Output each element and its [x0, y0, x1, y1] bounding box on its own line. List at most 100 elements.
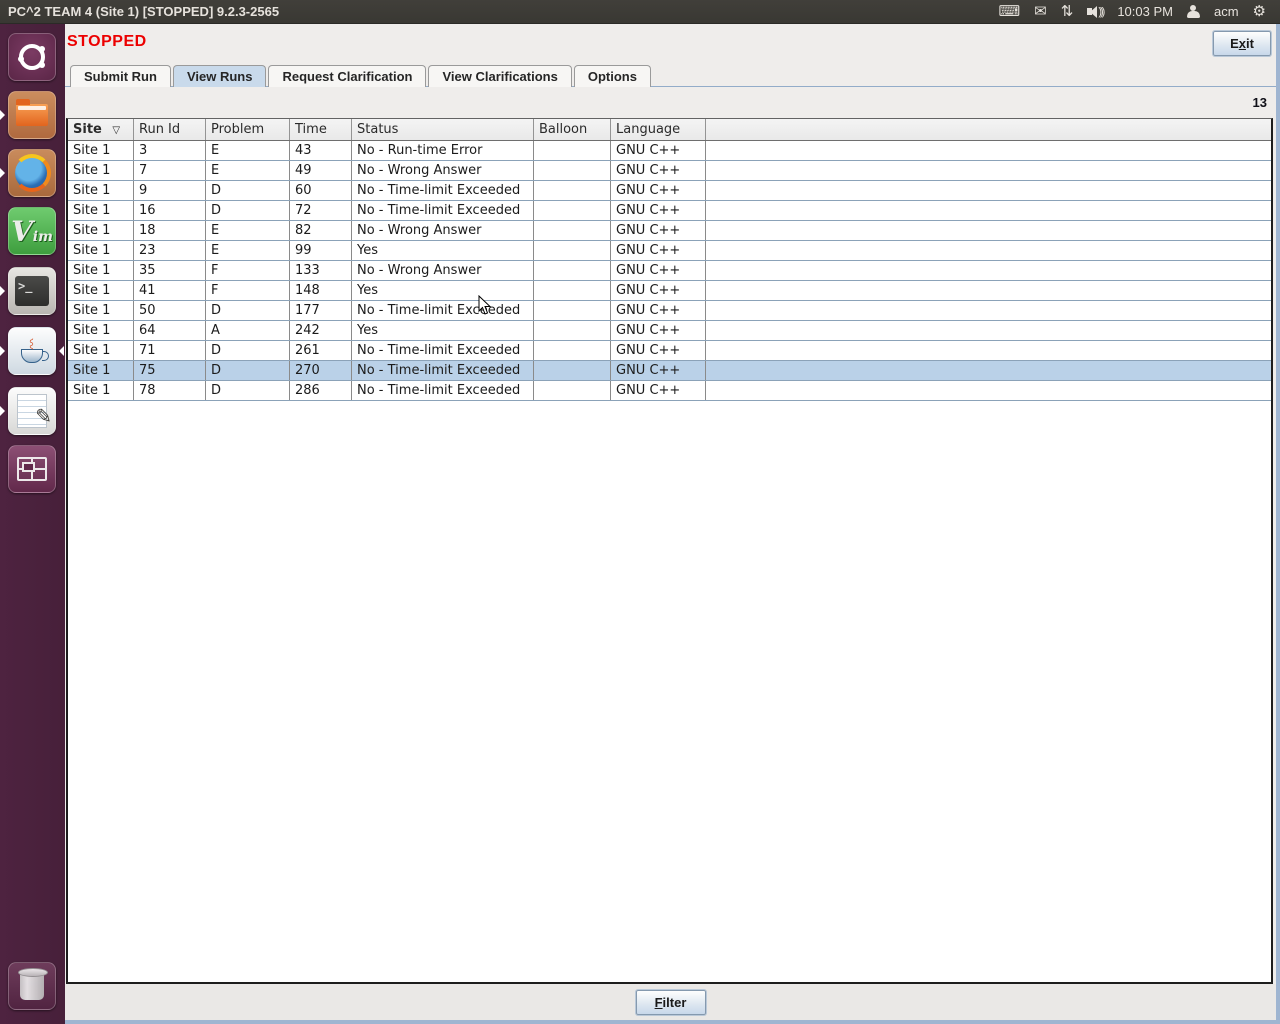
column-header-time[interactable]: Time: [290, 119, 352, 140]
cell-spare: [706, 261, 1271, 280]
column-header-language[interactable]: Language: [611, 119, 706, 140]
cell-problem: E: [206, 141, 290, 160]
user-icon: [1186, 5, 1200, 18]
cell-spare: [706, 141, 1271, 160]
unity-launcher: Vim >_ ✎: [0, 24, 65, 1024]
filter-button[interactable]: Filter: [634, 988, 707, 1016]
vim-icon: Vim: [8, 207, 56, 255]
java-icon: [8, 327, 56, 375]
launcher-item-dash-home[interactable]: [8, 33, 56, 81]
table-row-run-78[interactable]: Site 1 78 D 286 No - Time-limit Exceeded GNU …: [68, 381, 1271, 401]
session-gear-icon[interactable]: ⚙: [1253, 4, 1266, 19]
table-row-run-3[interactable]: Site 1 3 E 43 No - Run-time Error GNU C++: [68, 141, 1271, 161]
cell-site: Site 1: [68, 221, 134, 240]
sort-indicator-icon: ▽: [112, 125, 121, 136]
tab-options[interactable]: Options: [573, 65, 651, 87]
username[interactable]: acm: [1214, 4, 1239, 19]
mail-icon[interactable]: ✉: [1034, 4, 1047, 19]
cell-run_id: 78: [134, 381, 206, 400]
keyboard-indicator-icon[interactable]: ⌨: [999, 4, 1021, 19]
network-icon[interactable]: ⇅: [1061, 4, 1074, 19]
cell-time: 60: [290, 181, 352, 200]
cell-problem: D: [206, 181, 290, 200]
cell-language: GNU C++: [611, 161, 706, 180]
cell-spare: [706, 181, 1271, 200]
tab-request-clarification[interactable]: Request Clarification: [268, 65, 427, 87]
cell-problem: D: [206, 381, 290, 400]
column-header-balloon[interactable]: Balloon: [534, 119, 611, 140]
cell-run_id: 75: [134, 361, 206, 380]
cell-run_id: 16: [134, 201, 206, 220]
table-row-run-71[interactable]: Site 1 71 D 261 No - Time-limit Exceeded GNU …: [68, 341, 1271, 361]
launcher-item-text-editor[interactable]: ✎: [0, 387, 56, 435]
table-row-run-23[interactable]: Site 1 23 E 99 Yes GNU C++: [68, 241, 1271, 261]
cell-run_id: 35: [134, 261, 206, 280]
window-title: PC^2 TEAM 4 (Site 1) [STOPPED] 9.2.3-256…: [8, 4, 280, 19]
column-header-site[interactable]: Site ▽: [68, 119, 134, 140]
cell-site: Site 1: [68, 381, 134, 400]
cell-balloon: [534, 161, 611, 180]
launcher-item-workspace-switcher[interactable]: [8, 445, 56, 493]
exit-button[interactable]: Exit: [1212, 30, 1272, 57]
cell-problem: D: [206, 361, 290, 380]
cell-run_id: 9: [134, 181, 206, 200]
clock[interactable]: 10:03 PM: [1117, 4, 1173, 19]
volume-icon[interactable]: ))): [1087, 5, 1105, 18]
table-row-run-18[interactable]: Site 1 18 E 82 No - Wrong Answer GNU C++: [68, 221, 1271, 241]
table-row-run-35[interactable]: Site 1 35 F 133 No - Wrong Answer GNU C++: [68, 261, 1271, 281]
table-row-run-75[interactable]: Site 1 75 D 270 No - Time-limit Exceeded GNU …: [68, 361, 1271, 381]
launcher-item-trash[interactable]: [8, 962, 56, 1010]
cell-problem: E: [206, 221, 290, 240]
launcher-item-java[interactable]: [0, 327, 64, 375]
cell-language: GNU C++: [611, 381, 706, 400]
speaker-cone: [1090, 5, 1098, 18]
firefox-icon: [8, 149, 56, 197]
cell-status: No - Time-limit Exceeded: [352, 381, 534, 400]
tab-bar: Submit Run View Runs Request Clarification…: [70, 65, 653, 87]
cell-language: GNU C++: [611, 361, 706, 380]
table-row-run-7[interactable]: Site 1 7 E 49 No - Wrong Answer GNU C++: [68, 161, 1271, 181]
cell-spare: [706, 201, 1271, 220]
column-header-problem[interactable]: Problem: [206, 119, 290, 140]
cell-spare: [706, 341, 1271, 360]
cell-status: No - Run-time Error: [352, 141, 534, 160]
cell-site: Site 1: [68, 241, 134, 260]
cell-language: GNU C++: [611, 141, 706, 160]
table-row-run-16[interactable]: Site 1 16 D 72 No - Time-limit Exceeded GNU C…: [68, 201, 1271, 221]
cell-balloon: [534, 201, 611, 220]
launcher-item-files[interactable]: [0, 91, 56, 139]
tab-view-runs[interactable]: View Runs: [172, 65, 267, 87]
cell-run_id: 3: [134, 141, 206, 160]
cell-spare: [706, 241, 1271, 260]
cell-balloon: [534, 221, 611, 240]
filter-strip: Filter: [65, 984, 1276, 1020]
tab-submit-run[interactable]: Submit Run: [70, 65, 171, 87]
cell-language: GNU C++: [611, 221, 706, 240]
running-indicator: [0, 346, 5, 356]
dash-home-icon: [8, 33, 56, 81]
run-count-label: 13: [1252, 95, 1267, 110]
cell-status: No - Time-limit Exceeded: [352, 181, 534, 200]
cell-spare: [706, 361, 1271, 380]
mouse-cursor: [478, 295, 492, 315]
cell-balloon: [534, 321, 611, 340]
cell-site: Site 1: [68, 281, 134, 300]
table-row-run-41[interactable]: Site 1 41 F 148 Yes GNU C++: [68, 281, 1271, 301]
tab-view-clarifications[interactable]: View Clarifications: [428, 65, 572, 87]
cell-spare: [706, 161, 1271, 180]
table-row-run-50[interactable]: Site 1 50 D 177 No - Time-limit Exceeded GNU …: [68, 301, 1271, 321]
workspace-switcher-icon: [8, 445, 56, 493]
launcher-item-firefox[interactable]: [0, 149, 56, 197]
cell-status: No - Time-limit Exceeded: [352, 361, 534, 380]
trash-icon: [8, 962, 56, 1010]
table-row-run-9[interactable]: Site 1 9 D 60 No - Time-limit Exceeded GNU C+…: [68, 181, 1271, 201]
table-row-run-64[interactable]: Site 1 64 A 242 Yes GNU C++: [68, 321, 1271, 341]
column-header-run_id[interactable]: Run Id: [134, 119, 206, 140]
cell-site: Site 1: [68, 181, 134, 200]
runs-table-scrollpane[interactable]: Site ▽ Run Id Problem Time Status Balloon Lang…: [66, 118, 1273, 984]
column-header-status[interactable]: Status: [352, 119, 534, 140]
cell-balloon: [534, 141, 611, 160]
cell-spare: [706, 281, 1271, 300]
launcher-item-terminal[interactable]: >_: [0, 267, 56, 315]
launcher-item-vim[interactable]: Vim: [8, 207, 56, 255]
